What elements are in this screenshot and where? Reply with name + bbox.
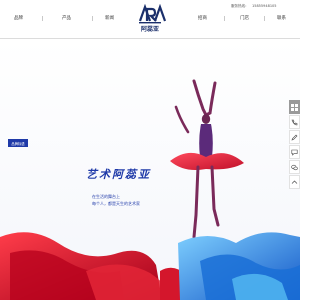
hero-slogan-line1: 在生活的舞台上 — [92, 194, 120, 199]
nav-item-brand[interactable]: 品牌 — [14, 16, 23, 21]
chat-icon — [291, 149, 298, 156]
grid-icon — [291, 103, 298, 111]
nav-divider — [264, 16, 265, 21]
nav-divider — [42, 16, 43, 21]
nav-item-news[interactable]: 新闻 — [105, 16, 114, 21]
nav-divider — [92, 16, 93, 21]
hotline-number[interactable]: 15855948105 — [252, 4, 277, 8]
sidebar-grid-button[interactable] — [289, 100, 300, 114]
site-header: 品牌 产品 新闻 阿蕊亚 招商 门店 联系 服务热线： 15855948105 — [0, 0, 300, 39]
nav-divider — [224, 16, 225, 21]
blue-fabric — [178, 232, 300, 300]
arrow-up-icon — [291, 180, 298, 184]
phone-icon — [291, 119, 298, 125]
sidebar-edit-button[interactable] — [289, 130, 300, 144]
hero-slogan-line2: 每个人，都是天生的艺术家 — [92, 201, 140, 206]
hotline-label: 服务热线： — [231, 4, 249, 8]
logo-text: 阿蕊亚 — [140, 26, 159, 33]
sidebar-back-to-top-button[interactable] — [289, 175, 300, 189]
nav-item-contact[interactable]: 联系 — [277, 16, 286, 21]
hero-banner: 品牌标语 艺术阿蕊亚 在生活的舞台上 每个人，都是天生的艺术家 — [0, 39, 300, 300]
nav-item-franchise[interactable]: 招商 — [198, 16, 207, 21]
sidebar-chat-button[interactable] — [289, 145, 300, 159]
hero-title: 艺术阿蕊亚 — [86, 168, 151, 181]
sidebar-wechat-button[interactable] — [289, 160, 300, 174]
site-logo[interactable]: 阿蕊亚 — [134, 3, 167, 34]
nav-item-products[interactable]: 产品 — [62, 16, 71, 21]
brand-badge: 品牌标语 — [8, 139, 28, 147]
wechat-icon — [291, 164, 298, 170]
sidebar-phone-button[interactable] — [289, 115, 300, 129]
nav-item-stores[interactable]: 门店 — [240, 16, 249, 21]
logo-mark-icon — [138, 3, 167, 24]
edit-icon — [291, 134, 298, 140]
